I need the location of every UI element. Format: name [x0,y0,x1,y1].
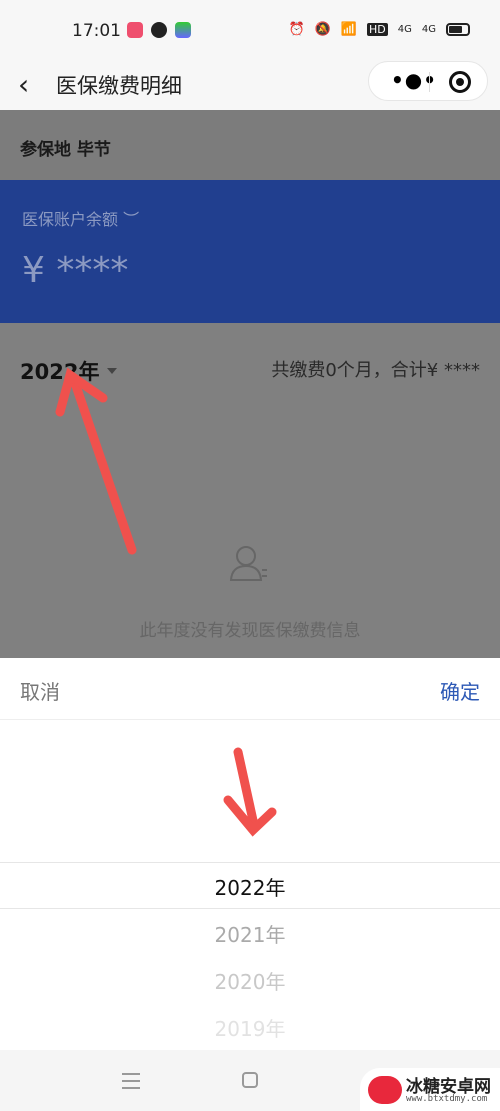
year-picker: 取消 确定 2022年 2021年 2020年 2019年 [0,658,500,1050]
balance-amount: ¥ **** [22,250,129,291]
hd-icon: HD [367,23,388,36]
recent-apps-button[interactable] [122,1073,140,1089]
confirm-button[interactable]: 确定 [440,676,480,705]
back-button[interactable]: ‹ [18,68,29,101]
home-button[interactable] [242,1072,258,1088]
mini-program-capsule: •●• [368,61,488,101]
caret-down-icon [107,367,118,379]
wifi-icon: 📶 [340,22,357,37]
battery-icon [446,23,470,36]
watermark-logo-icon [368,1076,402,1104]
nav-bar: ‹ 医保缴费明细 •●• [0,60,500,110]
cancel-button[interactable]: 取消 [20,676,60,705]
picker-option[interactable]: 2020年 [0,966,500,995]
alarm-icon: ⏰ [288,22,305,37]
picker-option[interactable]: 2022年 [0,872,500,901]
mute-icon: 🔕 [314,22,331,37]
balance-label: 医保账户余额 ︶ [22,206,139,230]
year-selector[interactable]: 2022年 [20,356,118,386]
watermark-url: www.btxtdmy.com [406,1094,488,1104]
divider [0,719,500,720]
picker-option[interactable]: 2019年 [0,1013,500,1042]
picker-option[interactable]: 2021年 [0,919,500,948]
mask-overlay[interactable]: 参保地 毕节 医保账户余额 ︶ ¥ **** 2022年 共缴费0个月，合计¥ … [0,110,500,658]
wechat-icon [151,22,167,38]
insured-location: 参保地 毕节 [0,110,500,180]
video-app-icon [127,22,143,38]
page-title: 医保缴费明细 [56,74,182,98]
balance-label-text: 医保账户余额 [22,210,119,229]
year-value: 2022年 [20,360,100,384]
payment-summary: 共缴费0个月，合计¥ **** [271,360,480,381]
close-miniprogram-button[interactable] [449,71,471,93]
empty-message: 此年度没有发现医保缴费信息 [139,621,361,641]
app-icon [175,22,191,38]
signal-icon: 4G [421,24,436,35]
balance-card: 医保账户余额 ︶ ¥ **** [0,180,500,323]
more-button[interactable]: •●• [391,68,437,92]
eye-closed-icon[interactable]: ︶ [123,210,139,229]
clock: 17:01 [72,21,121,41]
watermark: 冰糖安卓网 www.btxtdmy.com [360,1068,500,1111]
divider [429,72,430,92]
signal-icon: 4G [397,24,412,35]
user-icon [229,546,267,581]
status-bar: 17:01 ⏰ 🔕 📶 HD 4G 4G [0,0,500,60]
